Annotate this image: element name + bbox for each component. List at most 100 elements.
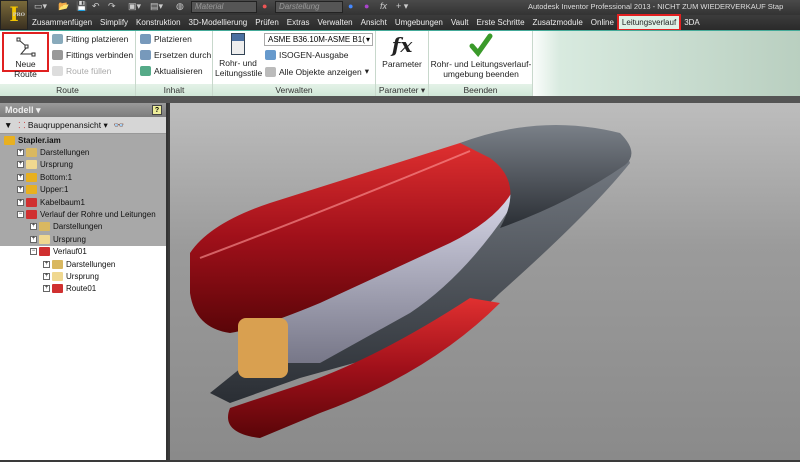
connect-fittings-button[interactable]: Fittings verbinden [52, 50, 133, 60]
tree-item-label: Darstellungen [40, 148, 90, 158]
pipe-style-select[interactable]: ASME B36.10M-ASME B1(▾ [264, 33, 373, 46]
stapler-model [190, 125, 632, 438]
browser-header[interactable]: Modell ▾? [0, 103, 166, 117]
tree-item[interactable]: + Upper:1 [0, 183, 166, 196]
connect-fittings-label: Fittings verbinden [66, 50, 134, 60]
replace-button[interactable]: Ersetzen durch [140, 50, 211, 60]
tab-vault[interactable]: Vault [447, 15, 473, 30]
tab-simplify[interactable]: Simplify [96, 15, 132, 30]
expand-icon[interactable]: + [43, 272, 50, 280]
adjust-icon[interactable]: ● [348, 1, 353, 13]
tree-item[interactable]: − Verlauf der Rohre und Leitungen [0, 208, 166, 221]
new-route-button[interactable]: Neue Route [2, 32, 49, 79]
tab-verwalten[interactable]: Verwalten [313, 15, 356, 30]
fill-route-button: Route füllen [52, 66, 111, 76]
tab-umgebungen[interactable]: Umgebungen [391, 15, 447, 30]
assembly-view-label: Bauqruppenansicht [27, 119, 102, 130]
fill-route-icon [52, 66, 63, 76]
save-icon[interactable]: 💾 [76, 1, 87, 13]
find-binoculars-icon[interactable]: 👓 [114, 120, 125, 131]
finish-label-line1: Rohr- und Leitungsverlauf- [430, 59, 532, 69]
material-select[interactable]: Material [191, 1, 257, 13]
replace-label: Ersetzen durch [154, 50, 212, 60]
tree-item-label: Bottom:1 [40, 172, 73, 182]
group-verwalten: Rohr- und Leitungsstile ASME B36.10M-ASME… [213, 31, 376, 97]
tree-node-icon [39, 247, 50, 257]
new-route-label: Neue Route [14, 59, 37, 79]
tab-zusatzmodule[interactable]: Zusatzmodule [529, 15, 587, 30]
tab-leitungsverlauf[interactable]: Leitungsverlauf [616, 14, 682, 31]
tree-item[interactable]: + Darstellungen [0, 258, 166, 270]
tree-item[interactable]: + Darstellungen [0, 146, 166, 159]
open-icon[interactable]: 📂 [58, 1, 69, 13]
parameter-button[interactable]: fx Parameter [378, 33, 426, 69]
3d-viewport[interactable] [170, 103, 800, 460]
collapse-icon[interactable]: − [17, 211, 24, 219]
tree-item[interactable]: + Darstellungen [0, 220, 166, 234]
place-icon [140, 34, 151, 44]
tree-node-icon [26, 185, 37, 195]
update-icon[interactable]: ▣▾ [128, 1, 141, 13]
new-file-icon[interactable]: ▭▾ [34, 1, 47, 13]
tree-item-label: Ursprung [40, 160, 73, 170]
expand-icon[interactable]: + [17, 198, 24, 206]
finish-label-line2: umgebung beenden [443, 69, 519, 79]
tab-konstruktion[interactable]: Konstruktion [132, 15, 184, 30]
fill-route-label: Route füllen [66, 66, 112, 76]
tab-3da[interactable]: 3DA [680, 15, 704, 30]
undo-icon[interactable]: ↶ [92, 1, 100, 13]
appearance-select[interactable]: Darstellung [275, 1, 343, 13]
chevron-down-icon[interactable]: ▾ [365, 66, 369, 77]
tab-pr-fen[interactable]: Prüfen [251, 15, 283, 30]
isogen-button[interactable]: ISOGEN-Ausgabe [265, 50, 348, 60]
tab-erste-schritte[interactable]: Erste Schritte [473, 15, 529, 30]
collapse-icon[interactable]: − [30, 248, 37, 256]
edition-label: PRO [12, 12, 25, 18]
tree-item[interactable]: + Kabelbaum1 [0, 195, 166, 209]
tree-item[interactable]: + Ursprung [0, 270, 166, 282]
plus-icon[interactable]: + ▾ [396, 1, 408, 13]
tab-online[interactable]: Online [587, 15, 618, 30]
application-menu-button[interactable]: I PRO [0, 0, 28, 30]
material-sphere-icon: ◍ [176, 1, 184, 11]
model-tree: Stapler.iam + Darstellungen + Ursprung + Botto… [0, 134, 166, 295]
tree-node-icon [26, 197, 37, 207]
expand-icon[interactable]: + [30, 235, 37, 243]
assembly-view-select[interactable]: ⸬ Bauqruppenansicht ▾ [18, 120, 107, 131]
help-icon[interactable]: ? [152, 105, 162, 115]
clear-appearance-icon[interactable]: ● [364, 1, 369, 13]
styles-button[interactable]: Rohr- und Leitungsstile [215, 33, 263, 78]
expand-icon[interactable]: + [17, 186, 24, 194]
show-all-button[interactable]: Alle Objekte anzeigen ▾ [265, 66, 369, 77]
tab-3d-modellierung[interactable]: 3D-Modellierung [185, 15, 252, 30]
styles-label-line2: Leitungsstile [215, 68, 263, 78]
tab-zusammenf-gen[interactable]: Zusammenfügen [28, 15, 96, 30]
show-all-label: Alle Objekte anzeigen [279, 66, 362, 77]
redo-icon[interactable]: ↷ [108, 1, 116, 13]
fx-icon[interactable]: fx [380, 1, 387, 13]
expand-icon[interactable]: + [17, 149, 24, 157]
expand-icon[interactable]: + [17, 173, 24, 181]
expand-icon[interactable]: + [30, 223, 37, 231]
tree-item[interactable]: + Route01 [0, 283, 166, 295]
group-beenden: Rohr- und Leitungsverlauf-umgebung beend… [429, 31, 533, 97]
tree-item-label: Route01 [66, 284, 97, 294]
tree-item[interactable]: + Bottom:1 [0, 171, 166, 184]
fitting-icon [52, 34, 63, 44]
chevron-down-icon[interactable]: ▾ [365, 34, 370, 45]
finish-routing-button[interactable]: Rohr- und Leitungsverlauf-umgebung beend… [430, 33, 532, 79]
tree-item[interactable]: + Ursprung [0, 233, 166, 246]
select-icon[interactable]: ▤▾ [150, 1, 163, 13]
tab-extras[interactable]: Extras [283, 15, 314, 30]
expand-icon[interactable]: + [43, 285, 50, 293]
tree-item[interactable]: Stapler.iam [0, 134, 166, 147]
tab-ansicht[interactable]: Ansicht [357, 15, 391, 30]
place-fitting-button[interactable]: Fitting platzieren [52, 34, 128, 44]
tree-item[interactable]: − Verlauf01 [0, 246, 166, 258]
filter-icon[interactable]: ▼ [4, 120, 12, 130]
place-button[interactable]: Platzieren [140, 34, 192, 44]
tree-item[interactable]: + Ursprung [0, 158, 166, 172]
expand-icon[interactable]: + [17, 161, 24, 169]
update-button[interactable]: Aktualisieren [140, 66, 203, 76]
expand-icon[interactable]: + [43, 260, 50, 268]
